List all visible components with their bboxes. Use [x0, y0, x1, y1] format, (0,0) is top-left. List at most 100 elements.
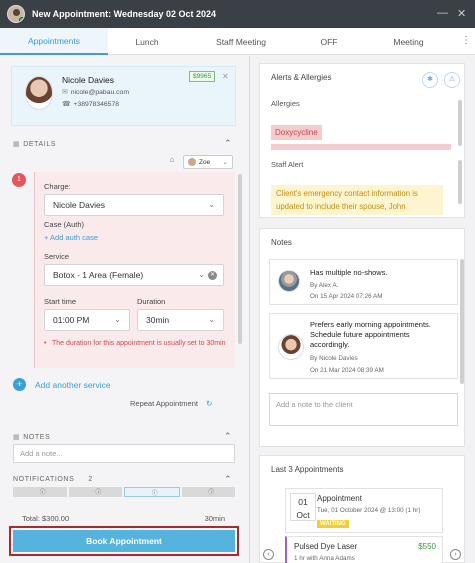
chevron-down-icon: ⌄	[114, 315, 121, 324]
allergy-tag	[271, 144, 451, 150]
appointment-note-input[interactable]: Add a note...	[13, 444, 235, 463]
add-alert-icon[interactable]: ✱	[422, 72, 438, 88]
alerts-scrollbar[interactable]	[458, 160, 462, 204]
appointment-when: Tue, 01 October 2024 @ 13:00 (1 hr)	[317, 507, 421, 514]
tab-off[interactable]: OFF	[296, 28, 362, 55]
staff-select[interactable]: Zoe ⌄	[183, 155, 233, 169]
service-card: Charge: Nicole Davies ⌄ Case (Auth) + Add…	[34, 172, 235, 368]
service-number-badge: 1	[12, 173, 26, 187]
appointment-day: 01	[298, 497, 308, 507]
appointment-type-tabs: Appointments Lunch Staff Meeting OFF Mee…	[0, 28, 475, 55]
user-avatar	[7, 5, 25, 23]
book-appointment-button[interactable]: Book Appointment	[13, 530, 235, 552]
notification-toggle[interactable]: ⓘ	[181, 487, 235, 497]
close-icon[interactable]: ✕	[457, 7, 466, 20]
total-row: Total: $300.00 30min	[22, 514, 225, 523]
staff-alert-label: Staff Alert	[271, 160, 304, 169]
note-text: Prefers early morning appointments. Sche…	[310, 320, 431, 349]
clear-service-icon[interactable]: ✕	[208, 271, 217, 280]
add-service-label: Add another service	[35, 379, 111, 390]
start-time-select[interactable]: 01:00 PM ⌄	[44, 309, 130, 331]
warning-icon[interactable]: ⚠	[444, 72, 460, 88]
note-date: On 15 Apr 2024 07:26 AM	[310, 293, 383, 300]
details-heading-label: DETAILS	[23, 141, 57, 148]
staff-alert-text: Client's emergency contact information i…	[271, 185, 443, 215]
chevron-down-icon: ⌄	[208, 315, 215, 324]
alerts-allergies-card: Alerts & Allergies ✱ ⚠ Allergies Doxycyc…	[259, 63, 465, 218]
notifications-count: 2	[88, 476, 93, 483]
charge-value: Nicole Davies	[53, 200, 105, 210]
start-time-value: 01:00 PM	[53, 315, 90, 325]
plus-icon: +	[13, 378, 26, 391]
collapse-details-icon[interactable]: ⌃	[224, 138, 232, 149]
repeat-appointment-button[interactable]: Repeat Appointment ↻	[130, 399, 212, 408]
service-label: Service	[44, 252, 70, 261]
collapse-notifications-icon[interactable]: ⌃	[224, 474, 232, 485]
client-phone: ☎ +38978346578	[62, 100, 119, 108]
client-card: Nicole Davies $9965 ✕ ✉ nicole@pabau.com …	[11, 66, 236, 126]
duration-select[interactable]: 30min ⌄	[137, 309, 224, 331]
more-tabs-icon[interactable]: ⋮	[461, 35, 471, 46]
note-text: Has multiple no-shows.	[310, 268, 388, 277]
client-email-text: nicole@pabau.com	[70, 89, 129, 96]
notes-card: Notes Has multiple no-shows. By Alex A. …	[259, 228, 465, 447]
total-duration: 30min	[204, 514, 225, 523]
home-icon[interactable]: ⌂	[165, 155, 179, 169]
notification-toggle[interactable]: ⓘ	[124, 487, 180, 497]
service-select[interactable]: Botox - 1 Area (Female) ⌄ ✕	[44, 264, 224, 286]
case-label: Case (Auth)	[44, 220, 85, 229]
add-service-button[interactable]: + Add another service	[13, 378, 111, 391]
duration-value: 30min	[146, 315, 170, 325]
appointment-date: 01 Oct	[290, 493, 316, 521]
notification-toggles: ⓘ ⓘ ⓘ ⓘ	[13, 487, 235, 497]
client-name[interactable]: Nicole Davies	[62, 75, 114, 85]
client-phone-text: +38978346578	[73, 101, 120, 108]
appointment-price: $550	[418, 542, 436, 551]
appointment-month: Oct	[296, 510, 310, 520]
appointment-history-item[interactable]: Pulsed Dye Laser $550 1 hr with Anna Ada…	[285, 536, 443, 563]
charge-select[interactable]: Nicole Davies ⌄	[44, 194, 224, 216]
chevron-down-icon: ⌄	[208, 200, 215, 209]
tab-meeting[interactable]: Meeting	[362, 28, 455, 55]
notification-toggle[interactable]: ⓘ	[68, 487, 122, 497]
appointment-history-item[interactable]: 01 Oct Appointment Tue, 01 October 2024 …	[285, 488, 443, 533]
note-author: By Alex A.	[310, 282, 339, 289]
minimize-icon[interactable]: —	[437, 7, 448, 19]
allergies-scrollbar[interactable]	[458, 100, 462, 146]
notification-toggle[interactable]: ⓘ	[13, 487, 67, 497]
chevron-down-icon: ⌄	[222, 159, 228, 166]
client-note-input[interactable]: Add a note to the client	[269, 393, 458, 426]
repeat-label: Repeat Appointment	[130, 399, 198, 408]
charge-label: Charge:	[44, 182, 71, 191]
appointment-detail: 1 hr with Anna Adams	[294, 555, 355, 562]
info-icon: ⓘ	[95, 490, 102, 496]
staff-name: Zoe	[199, 158, 211, 166]
note-item: Prefers early morning appointments. Sche…	[269, 313, 458, 379]
notes-title: Notes	[271, 238, 292, 247]
phone-icon: ☎	[62, 101, 71, 108]
details-scrollbar[interactable]	[238, 174, 242, 344]
remove-client-icon[interactable]: ✕	[222, 72, 229, 81]
book-button-highlight: Book Appointment	[9, 526, 239, 556]
tab-staff-meeting[interactable]: Staff Meeting	[186, 28, 296, 55]
last-appointments-title: Last 3 Appointments	[271, 465, 344, 474]
tab-lunch[interactable]: Lunch	[108, 28, 186, 55]
tab-appointments[interactable]: Appointments	[0, 28, 108, 55]
info-icon: ⓘ	[208, 490, 215, 496]
note-author: By Nicole Davies	[310, 355, 358, 362]
info-icon: ⓘ	[151, 491, 158, 497]
notes-heading-label: NOTES	[23, 434, 51, 441]
start-time-label: Start time	[44, 297, 77, 306]
staff-avatar	[188, 158, 196, 166]
add-auth-case-link[interactable]: + Add auth case	[44, 233, 98, 242]
note-date: On 21 Mar 2024 08:39 AM	[310, 367, 384, 374]
info-icon: ⓘ	[39, 490, 46, 496]
collapse-notes-icon[interactable]: ⌃	[224, 431, 232, 442]
chevron-down-icon: ⌄	[198, 270, 205, 279]
notifications-heading-label: NOTIFICATIONS	[13, 476, 75, 483]
mail-icon: ✉	[62, 89, 68, 96]
previous-appointment-icon[interactable]: ‹	[263, 549, 274, 560]
notes-scrollbar[interactable]	[460, 259, 464, 384]
next-appointment-icon[interactable]: ›	[450, 549, 461, 560]
allergies-label: Allergies	[271, 99, 300, 108]
